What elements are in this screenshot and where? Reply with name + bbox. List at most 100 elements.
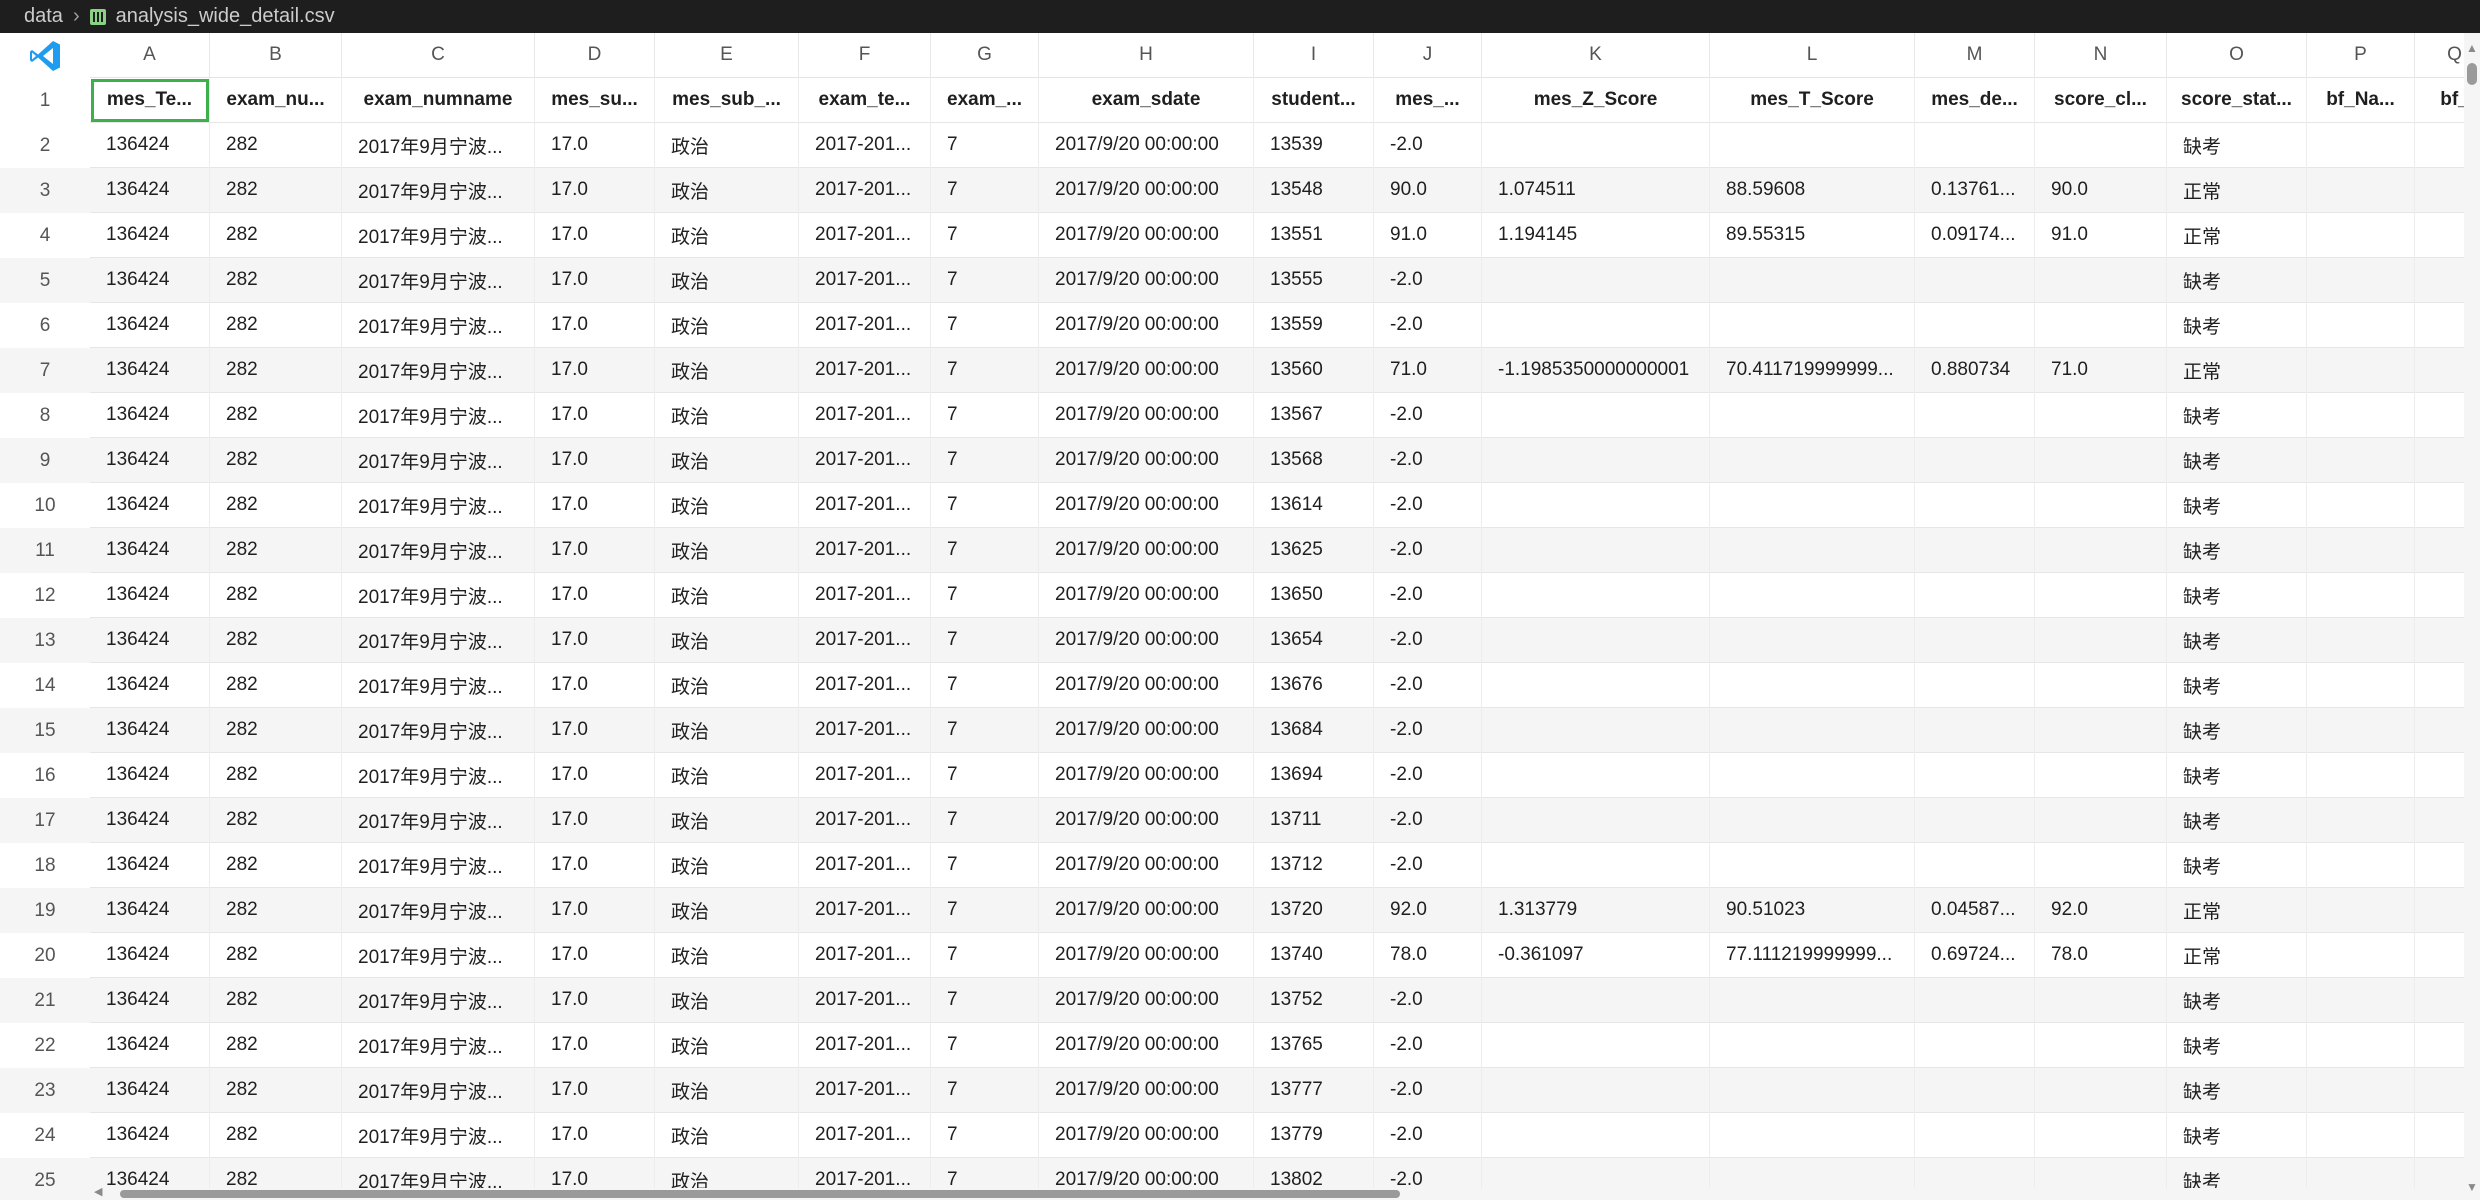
- data-cell[interactable]: 13539: [1254, 123, 1374, 168]
- data-cell[interactable]: [1915, 528, 2035, 573]
- data-cell[interactable]: 136424: [90, 1023, 210, 1068]
- data-cell[interactable]: 2017/9/20 00:00:00: [1039, 888, 1254, 933]
- data-cell[interactable]: -2.0: [1374, 798, 1482, 843]
- data-cell[interactable]: 2017年9月宁波...: [342, 393, 535, 438]
- data-cell[interactable]: [2307, 123, 2415, 168]
- data-cell[interactable]: 13740: [1254, 933, 1374, 978]
- data-cell[interactable]: [2035, 708, 2167, 753]
- data-cell[interactable]: [1710, 483, 1915, 528]
- data-cell[interactable]: 17.0: [535, 618, 655, 663]
- row-number[interactable]: 5: [0, 258, 90, 303]
- data-cell[interactable]: 7: [931, 663, 1039, 708]
- data-cell[interactable]: 136424: [90, 888, 210, 933]
- data-cell[interactable]: [2307, 618, 2415, 663]
- data-cell[interactable]: 政治: [655, 798, 799, 843]
- header-cell[interactable]: mes_Te...: [90, 78, 210, 123]
- data-cell[interactable]: 0.04587...: [1915, 888, 2035, 933]
- row-number[interactable]: 16: [0, 753, 90, 798]
- data-cell[interactable]: 2017年9月宁波...: [342, 1068, 535, 1113]
- column-letter-O[interactable]: O: [2167, 33, 2307, 78]
- data-cell[interactable]: 282: [210, 1023, 342, 1068]
- data-cell[interactable]: 2017-201...: [799, 888, 931, 933]
- data-cell[interactable]: 17.0: [535, 1113, 655, 1158]
- data-cell[interactable]: 2017-201...: [799, 798, 931, 843]
- data-cell[interactable]: -2.0: [1374, 393, 1482, 438]
- column-letter-E[interactable]: E: [655, 33, 799, 78]
- data-cell[interactable]: 2017年9月宁波...: [342, 933, 535, 978]
- data-cell[interactable]: 13684: [1254, 708, 1374, 753]
- data-cell[interactable]: 13555: [1254, 258, 1374, 303]
- data-cell[interactable]: 90.0: [2035, 168, 2167, 213]
- data-cell[interactable]: -2.0: [1374, 753, 1482, 798]
- data-cell[interactable]: 政治: [655, 573, 799, 618]
- data-cell[interactable]: [1915, 663, 2035, 708]
- data-cell[interactable]: 2017/9/20 00:00:00: [1039, 978, 1254, 1023]
- row-number[interactable]: 17: [0, 798, 90, 843]
- row-number[interactable]: 23: [0, 1068, 90, 1113]
- data-cell[interactable]: 缺考: [2167, 1068, 2307, 1113]
- data-cell[interactable]: 缺考: [2167, 393, 2307, 438]
- data-cell[interactable]: 2017-201...: [799, 663, 931, 708]
- data-cell[interactable]: 2017年9月宁波...: [342, 168, 535, 213]
- row-number[interactable]: 6: [0, 303, 90, 348]
- data-cell[interactable]: -2.0: [1374, 1113, 1482, 1158]
- data-cell[interactable]: 7: [931, 978, 1039, 1023]
- row-number[interactable]: 11: [0, 528, 90, 573]
- data-cell[interactable]: 缺考: [2167, 978, 2307, 1023]
- data-cell[interactable]: 7: [931, 213, 1039, 258]
- data-cell[interactable]: [2035, 483, 2167, 528]
- data-cell[interactable]: 13567: [1254, 393, 1374, 438]
- data-cell[interactable]: [1482, 483, 1710, 528]
- data-cell[interactable]: 282: [210, 213, 342, 258]
- data-cell[interactable]: 282: [210, 348, 342, 393]
- data-cell[interactable]: [1482, 843, 1710, 888]
- data-cell[interactable]: [1482, 303, 1710, 348]
- data-cell[interactable]: 政治: [655, 978, 799, 1023]
- data-cell[interactable]: [1482, 1068, 1710, 1113]
- column-letter-L[interactable]: L: [1710, 33, 1915, 78]
- row-number[interactable]: 18: [0, 843, 90, 888]
- data-cell[interactable]: 7: [931, 933, 1039, 978]
- data-cell[interactable]: 136424: [90, 438, 210, 483]
- data-cell[interactable]: 13560: [1254, 348, 1374, 393]
- data-cell[interactable]: [1915, 438, 2035, 483]
- data-cell[interactable]: -2.0: [1374, 303, 1482, 348]
- data-cell[interactable]: -2.0: [1374, 708, 1482, 753]
- data-cell[interactable]: -2.0: [1374, 123, 1482, 168]
- data-cell[interactable]: 78.0: [1374, 933, 1482, 978]
- data-cell[interactable]: 2017/9/20 00:00:00: [1039, 213, 1254, 258]
- data-cell[interactable]: 2017年9月宁波...: [342, 213, 535, 258]
- data-cell[interactable]: 7: [931, 168, 1039, 213]
- data-cell[interactable]: 2017年9月宁波...: [342, 663, 535, 708]
- data-cell[interactable]: [1710, 123, 1915, 168]
- data-cell[interactable]: [2307, 168, 2415, 213]
- data-cell[interactable]: [2035, 1113, 2167, 1158]
- data-cell[interactable]: 2017年9月宁波...: [342, 1023, 535, 1068]
- data-cell[interactable]: 136424: [90, 123, 210, 168]
- data-cell[interactable]: [2035, 438, 2167, 483]
- data-cell[interactable]: 政治: [655, 303, 799, 348]
- data-cell[interactable]: 2017-201...: [799, 618, 931, 663]
- data-cell[interactable]: 17.0: [535, 123, 655, 168]
- data-cell[interactable]: 17.0: [535, 1068, 655, 1113]
- spreadsheet-grid[interactable]: A B C D E F G H I J K L M N O P Q 1 mes_Te... exam_nu... exa…: [0, 33, 2480, 1200]
- data-cell[interactable]: 13777: [1254, 1068, 1374, 1113]
- data-cell[interactable]: 7: [931, 1068, 1039, 1113]
- data-cell[interactable]: 13765: [1254, 1023, 1374, 1068]
- data-cell[interactable]: [2307, 213, 2415, 258]
- row-number[interactable]: 14: [0, 663, 90, 708]
- data-cell[interactable]: [1482, 753, 1710, 798]
- data-cell[interactable]: [2035, 663, 2167, 708]
- data-cell[interactable]: -1.1985350000000001: [1482, 348, 1710, 393]
- data-cell[interactable]: 2017-201...: [799, 438, 931, 483]
- data-cell[interactable]: 7: [931, 618, 1039, 663]
- data-cell[interactable]: 91.0: [2035, 213, 2167, 258]
- data-cell[interactable]: 136424: [90, 798, 210, 843]
- data-cell[interactable]: [1915, 1068, 2035, 1113]
- data-cell[interactable]: 2017年9月宁波...: [342, 528, 535, 573]
- data-cell[interactable]: -2.0: [1374, 1023, 1482, 1068]
- data-cell[interactable]: 2017-201...: [799, 348, 931, 393]
- data-cell[interactable]: 13694: [1254, 753, 1374, 798]
- data-cell[interactable]: 2017-201...: [799, 213, 931, 258]
- header-cell[interactable]: exam_numname: [342, 78, 535, 123]
